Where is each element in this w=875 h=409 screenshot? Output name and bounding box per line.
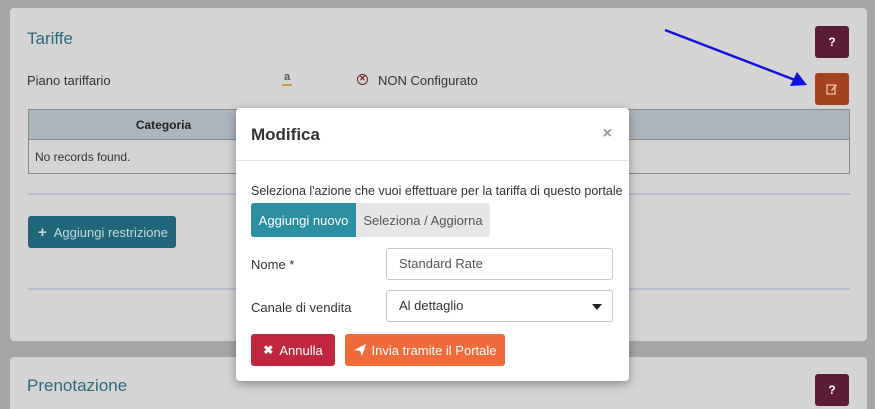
modal-title: Modifica — [251, 125, 320, 144]
cancel-button[interactable]: ✖ Annulla — [251, 334, 335, 366]
close-icon: ✖ — [263, 343, 274, 357]
close-icon[interactable]: × — [603, 125, 612, 143]
channel-selected-value: Al dettaglio — [399, 298, 464, 313]
modal-description: Seleziona l'azione che vuoi effettuare p… — [251, 184, 623, 198]
chevron-down-icon — [592, 304, 602, 310]
name-label: Nome * — [251, 257, 295, 272]
submit-button[interactable]: Invia tramite il Portale — [345, 334, 505, 366]
name-input[interactable]: Standard Rate — [386, 248, 613, 280]
modal-header: Modifica × — [236, 108, 629, 161]
cancel-label: Annulla — [279, 342, 323, 358]
channel-select[interactable]: Al dettaglio — [386, 290, 613, 322]
submit-label: Invia tramite il Portale — [371, 342, 497, 358]
tab-aggiungi-nuovo[interactable]: Aggiungi nuovo — [251, 203, 356, 237]
edit-modal: Modifica × Seleziona l'azione che vuoi e… — [236, 108, 629, 381]
send-icon — [353, 344, 366, 356]
tab-seleziona-aggiorna[interactable]: Seleziona / Aggiorna — [356, 203, 490, 237]
channel-label: Canale di vendita — [251, 300, 352, 315]
